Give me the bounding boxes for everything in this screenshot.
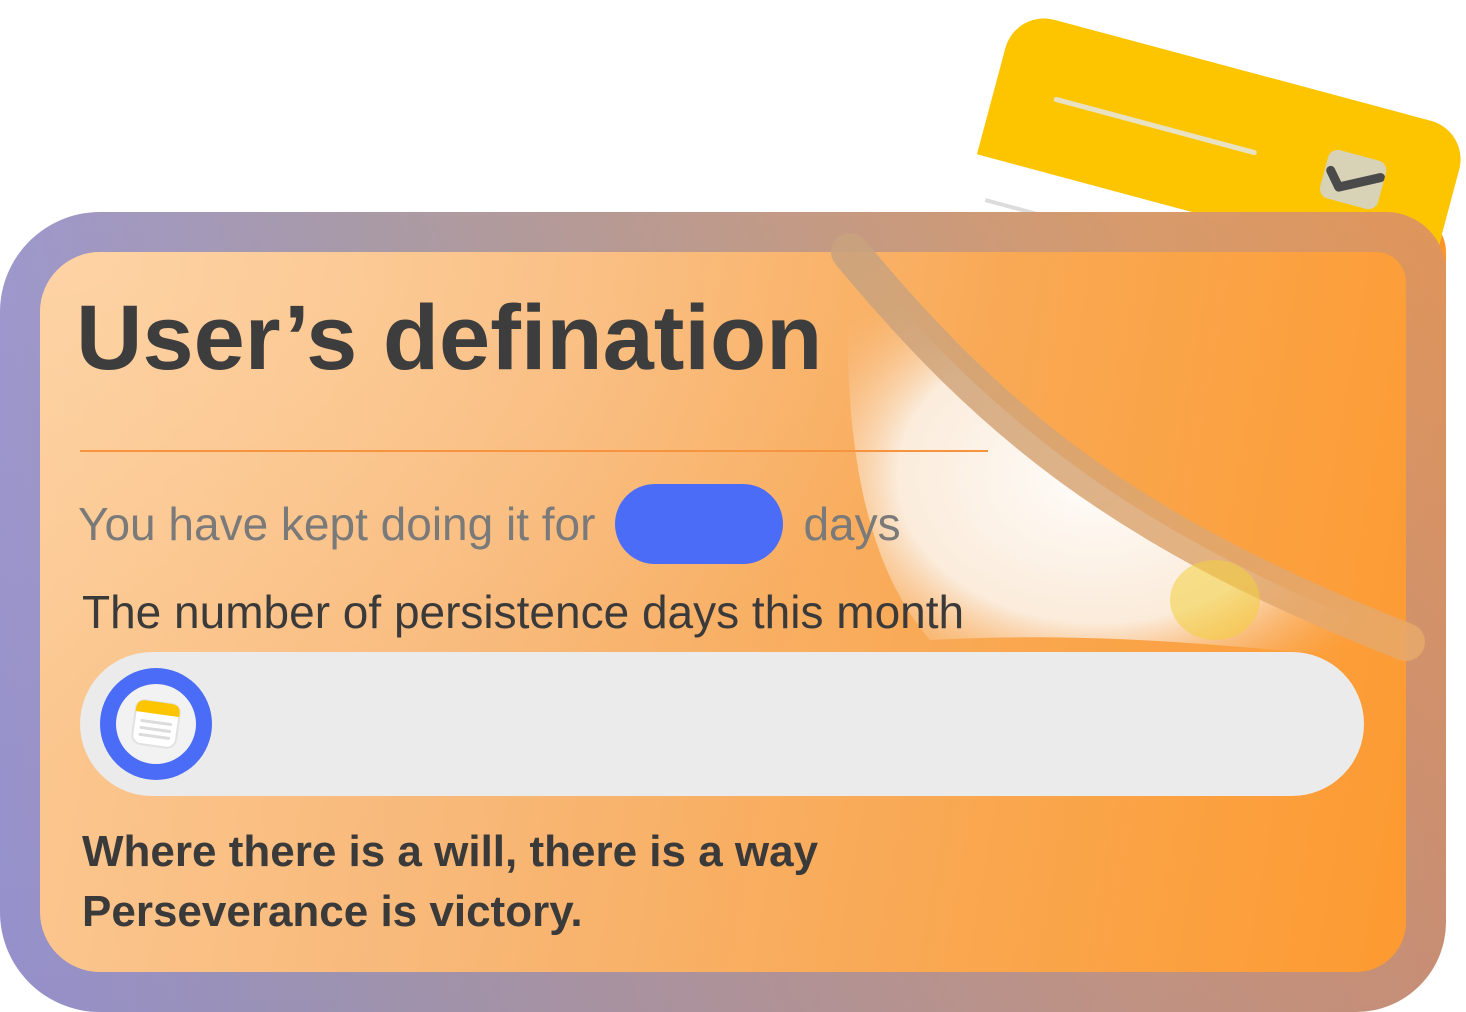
page-title: User’s defination (76, 287, 823, 389)
divider (80, 450, 988, 452)
motto-line-2: Perseverance is victory. (82, 887, 583, 936)
motto: Where there is a will, there is a way Pe… (82, 822, 818, 942)
kept-days-row: You have kept doing it for days (78, 484, 901, 564)
motto-line-1: Where there is a will, there is a way (82, 827, 819, 876)
checkbox-icon (1317, 147, 1389, 212)
kept-days-count-badge (615, 484, 784, 564)
notepad-icon (131, 699, 181, 749)
thumb-inner (116, 684, 196, 764)
month-progress-thumb[interactable] (100, 668, 212, 780)
kept-days-prefix: You have kept doing it for (78, 498, 596, 550)
persistence-widget: User’s defination You have kept doing it… (0, 0, 1466, 1012)
kept-days-suffix: days (803, 498, 901, 550)
month-progress-label: The number of persistence days this mont… (82, 586, 965, 638)
notepad-header-line (1053, 96, 1258, 156)
month-progress-track (80, 652, 1364, 796)
checkmark-icon (1326, 165, 1386, 192)
